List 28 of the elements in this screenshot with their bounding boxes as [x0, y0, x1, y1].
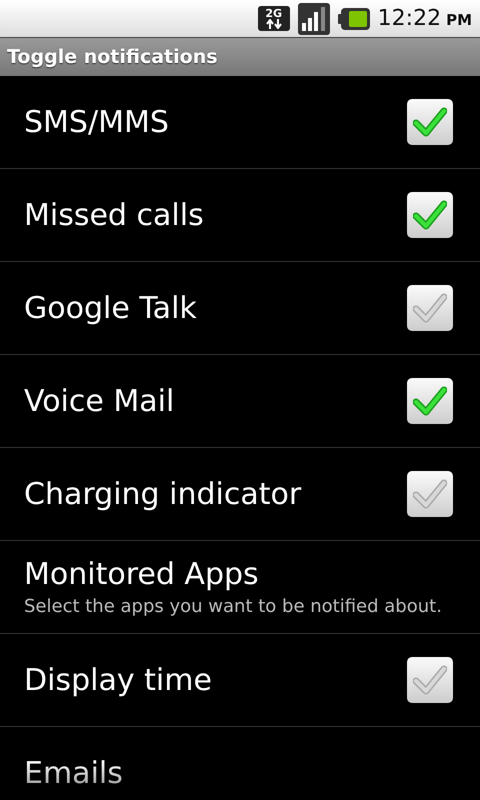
setting-label: Monitored Apps: [24, 557, 260, 592]
checkbox[interactable]: [407, 657, 453, 703]
setting-label: Missed calls: [24, 198, 205, 232]
setting-row[interactable]: Charging indicator: [0, 448, 480, 541]
checkbox[interactable]: [407, 471, 453, 517]
setting-row[interactable]: SMS/MMS: [0, 76, 480, 169]
checkbox[interactable]: [407, 285, 453, 331]
setting-row[interactable]: Google Talk: [0, 262, 480, 355]
setting-label: Display time: [24, 662, 213, 698]
checkbox[interactable]: [407, 99, 453, 145]
checkbox[interactable]: [407, 378, 453, 424]
setting-label: SMS/MMS: [24, 104, 170, 140]
signal-icon: [298, 2, 330, 34]
setting-label: Google Talk: [24, 290, 198, 326]
clock: 12:22 PM: [378, 6, 472, 31]
battery-icon: [338, 6, 370, 30]
setting-row[interactable]: Missed calls: [0, 169, 480, 262]
setting-row[interactable]: Monitored Apps Select the apps you want to be notified about.: [0, 541, 480, 634]
setting-label: Charging indicator: [24, 476, 302, 512]
checkbox[interactable]: [407, 192, 453, 238]
setting-row[interactable]: Voice Mail: [0, 355, 480, 448]
network-icon: 2G: [258, 6, 290, 31]
setting-row[interactable]: Emails: [0, 727, 480, 800]
screen-title: Toggle notifications: [7, 46, 218, 68]
setting-row[interactable]: Display time: [0, 634, 480, 727]
setting-summary: Select the apps you want to be notified about.: [24, 596, 443, 617]
setting-label: Emails: [24, 756, 124, 790]
setting-label: Voice Mail: [24, 384, 176, 418]
